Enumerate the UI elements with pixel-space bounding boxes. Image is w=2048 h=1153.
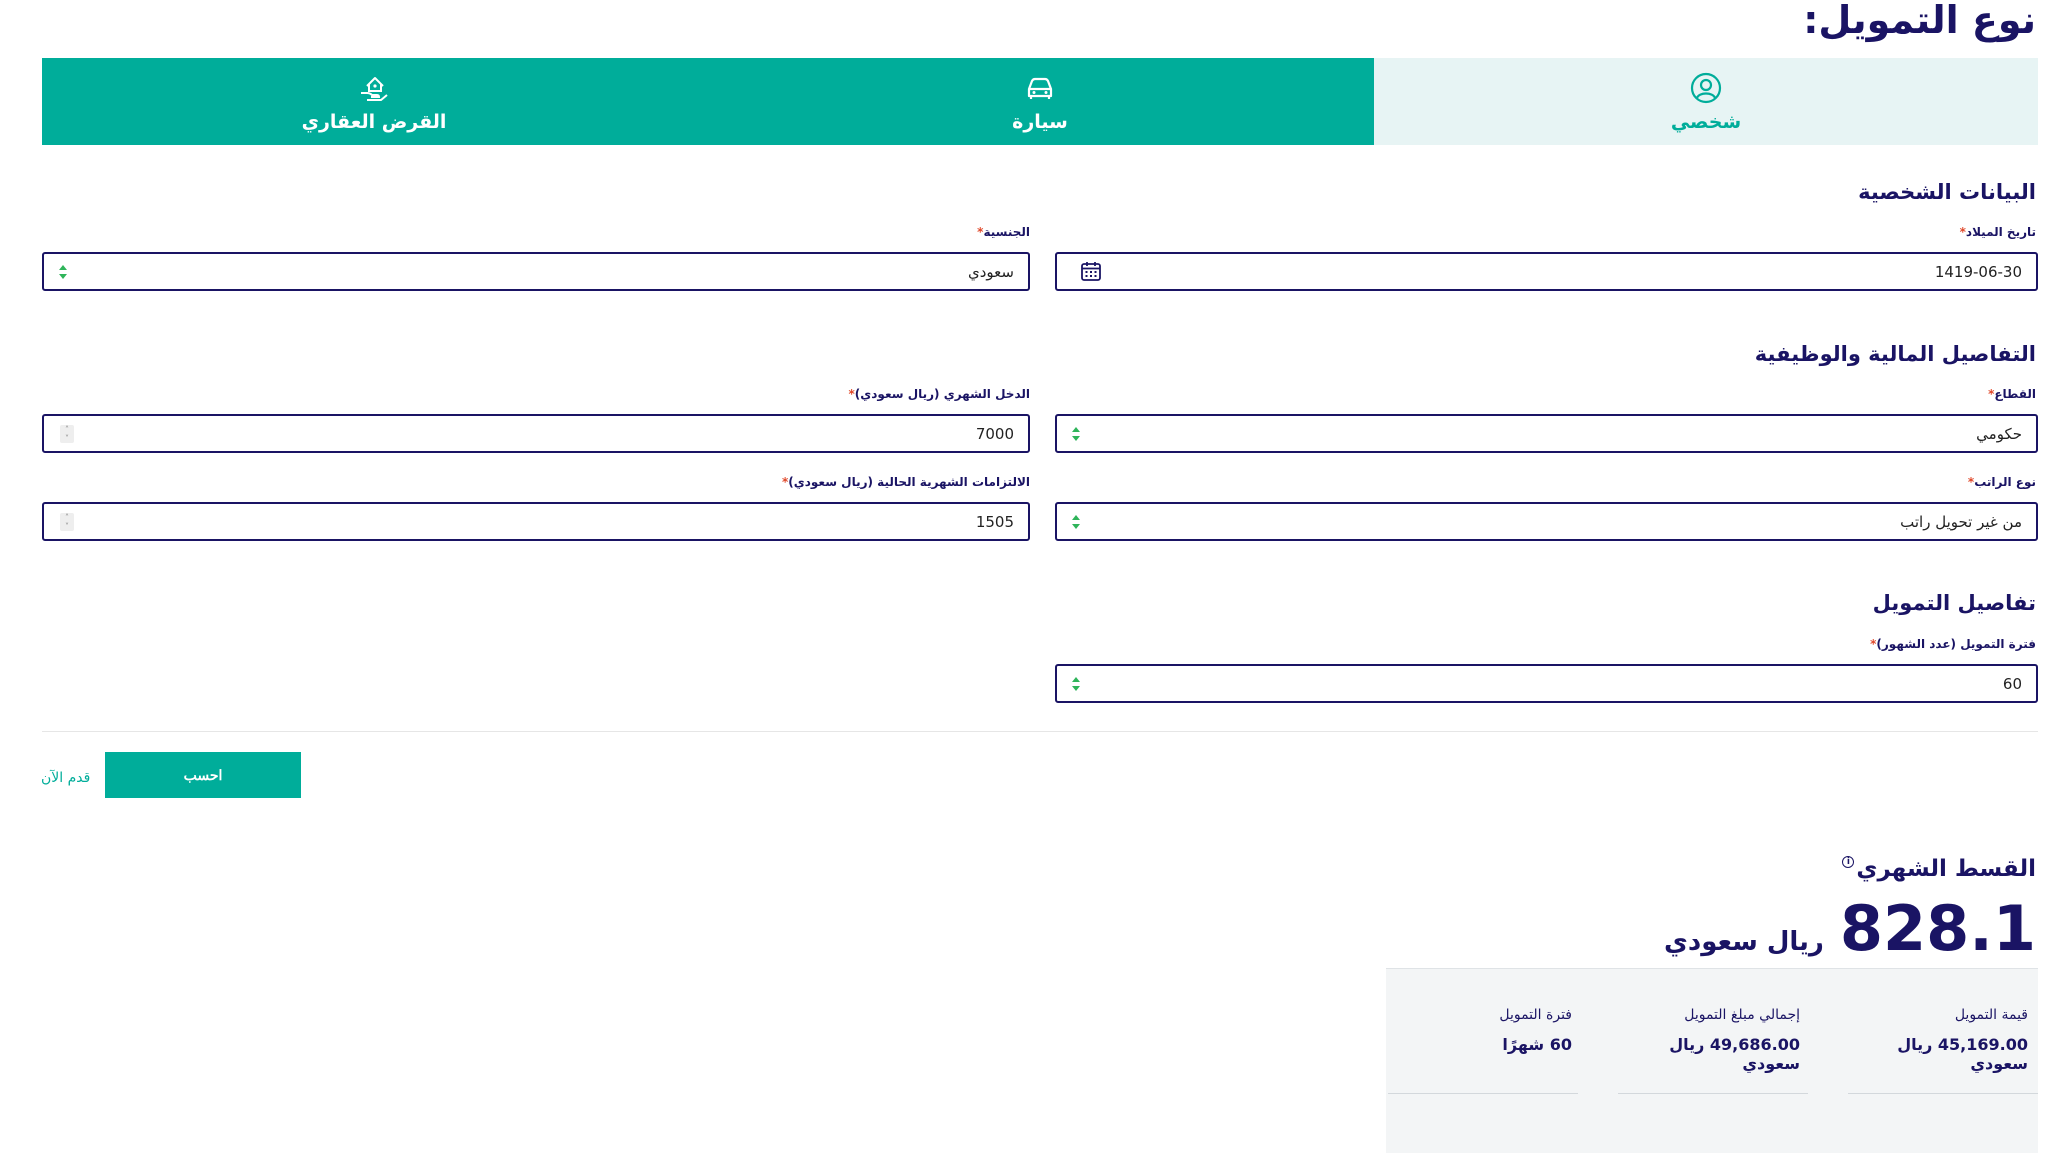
personal-section-title: البيانات الشخصية bbox=[1858, 180, 2036, 204]
monthly-installment-label: القسط الشهريi bbox=[1842, 856, 2036, 882]
divider bbox=[42, 731, 2038, 732]
obligations-input[interactable]: ˄ ˅ 1505 bbox=[42, 502, 1030, 541]
nationality-label: الجنسية* bbox=[974, 225, 1030, 239]
select-arrows-icon bbox=[59, 265, 67, 279]
page-title: نوع التمويل: bbox=[1803, 0, 2036, 42]
financing-type-tabs: شخصي سيارة القرض العقاري bbox=[42, 58, 2038, 145]
tab-mortgage[interactable]: القرض العقاري bbox=[42, 58, 706, 145]
birth-date-value: 1419-06-30 bbox=[1934, 263, 2022, 281]
summary-value: 49,686.00 ريال سعودي bbox=[1669, 1035, 1800, 1073]
summary-item: قيمة التمويل 45,169.00 ريال سعودي bbox=[1836, 1007, 2028, 1073]
tab-car[interactable]: سيارة bbox=[706, 58, 1374, 145]
apply-now-link[interactable]: قدم الآن bbox=[41, 770, 90, 786]
sector-value: حكومي bbox=[1976, 425, 2022, 443]
summary-divider bbox=[1848, 1093, 2038, 1094]
monthly-installment-amount: 828.1 bbox=[1839, 892, 2036, 965]
tab-personal[interactable]: شخصي bbox=[1374, 58, 2038, 145]
house-hand-icon bbox=[361, 76, 388, 101]
select-arrows-icon bbox=[1072, 515, 1080, 529]
summary-label: إجمالي مبلغ التمويل bbox=[1684, 1007, 1800, 1023]
monthly-installment-currency: ريال سعودي bbox=[1664, 927, 1824, 957]
monthly-income-label: الدخل الشهري (ريال سعودي)* bbox=[846, 387, 1031, 401]
period-label-text: فترة التمويل (عدد الشهور) bbox=[1876, 637, 2036, 651]
obligations-label-text: الالتزامات الشهرية الحالية (ريال سعودي) bbox=[788, 475, 1030, 489]
calculate-button[interactable]: احسب bbox=[105, 752, 301, 798]
birth-date-field[interactable]: 1419-06-30 bbox=[1055, 252, 2038, 291]
financial-section-title: التفاصيل المالية والوظيفية bbox=[1754, 342, 2036, 366]
tab-car-label: سيارة bbox=[1012, 110, 1068, 133]
summary-divider bbox=[1618, 1093, 1808, 1094]
summary-label: فترة التمويل bbox=[1499, 1007, 1572, 1023]
summary-divider bbox=[1388, 1093, 1578, 1094]
period-value: 60 bbox=[2002, 675, 2022, 693]
financing-section-title: تفاصيل التمويل bbox=[1872, 591, 2036, 615]
person-circle-icon bbox=[1690, 72, 1722, 103]
period-select[interactable]: 60 bbox=[1055, 664, 2038, 703]
sector-label: القطاع* bbox=[1985, 387, 2036, 401]
tab-mortgage-label: القرض العقاري bbox=[301, 110, 447, 133]
number-spinner[interactable]: ˄ ˅ bbox=[60, 425, 74, 443]
select-arrows-icon bbox=[1072, 677, 1080, 691]
monthly-installment-label-text: القسط الشهري bbox=[1856, 856, 2036, 882]
calendar-icon[interactable] bbox=[1079, 259, 1103, 283]
summary-item: إجمالي مبلغ التمويل 49,686.00 ريال سعودي bbox=[1608, 1007, 1800, 1073]
monthly-income-label-text: الدخل الشهري (ريال سعودي) bbox=[854, 387, 1030, 401]
nationality-select[interactable]: سعودي bbox=[42, 252, 1030, 291]
sector-select[interactable]: حكومي bbox=[1055, 414, 2038, 453]
obligations-value: 1505 bbox=[975, 513, 1014, 531]
monthly-income-input[interactable]: ˄ ˅ 7000 bbox=[42, 414, 1030, 453]
number-spinner[interactable]: ˄ ˅ bbox=[60, 513, 74, 531]
summary-value: 60 شهرًا bbox=[1502, 1035, 1572, 1054]
obligations-label: الالتزامات الشهرية الحالية (ريال سعودي)* bbox=[779, 475, 1030, 489]
period-label: فترة التمويل (عدد الشهور)* bbox=[1867, 637, 2036, 651]
salary-type-select[interactable]: من غير تحويل راتب bbox=[1055, 502, 2038, 541]
summary-item: فترة التمويل 60 شهرًا bbox=[1380, 1007, 1572, 1054]
info-icon[interactable]: i bbox=[1842, 856, 1855, 868]
salary-type-value: من غير تحويل راتب bbox=[1900, 513, 2022, 531]
salary-type-label: نوع الراتب* bbox=[1965, 475, 2036, 489]
tab-personal-label: شخصي bbox=[1670, 110, 1742, 133]
birth-date-label: تاريخ الميلاد* bbox=[1957, 225, 2036, 239]
salary-type-label-text: نوع الراتب bbox=[1974, 475, 2036, 489]
monthly-installment-value: 828.1 ريال سعودي bbox=[1664, 892, 2036, 965]
car-icon bbox=[1027, 77, 1053, 99]
sector-label-text: القطاع bbox=[1994, 387, 2036, 401]
monthly-income-value: 7000 bbox=[975, 425, 1014, 443]
summary-label: قيمة التمويل bbox=[1954, 1007, 2028, 1023]
summary-value: 45,169.00 ريال سعودي bbox=[1897, 1035, 2028, 1073]
financing-summary: قيمة التمويل 45,169.00 ريال سعودي إجمالي… bbox=[1386, 968, 2038, 1153]
birth-date-label-text: تاريخ الميلاد bbox=[1965, 225, 2036, 239]
select-arrows-icon bbox=[1072, 427, 1080, 441]
nationality-label-text: الجنسية bbox=[983, 225, 1030, 239]
nationality-value: سعودي bbox=[968, 263, 1014, 281]
